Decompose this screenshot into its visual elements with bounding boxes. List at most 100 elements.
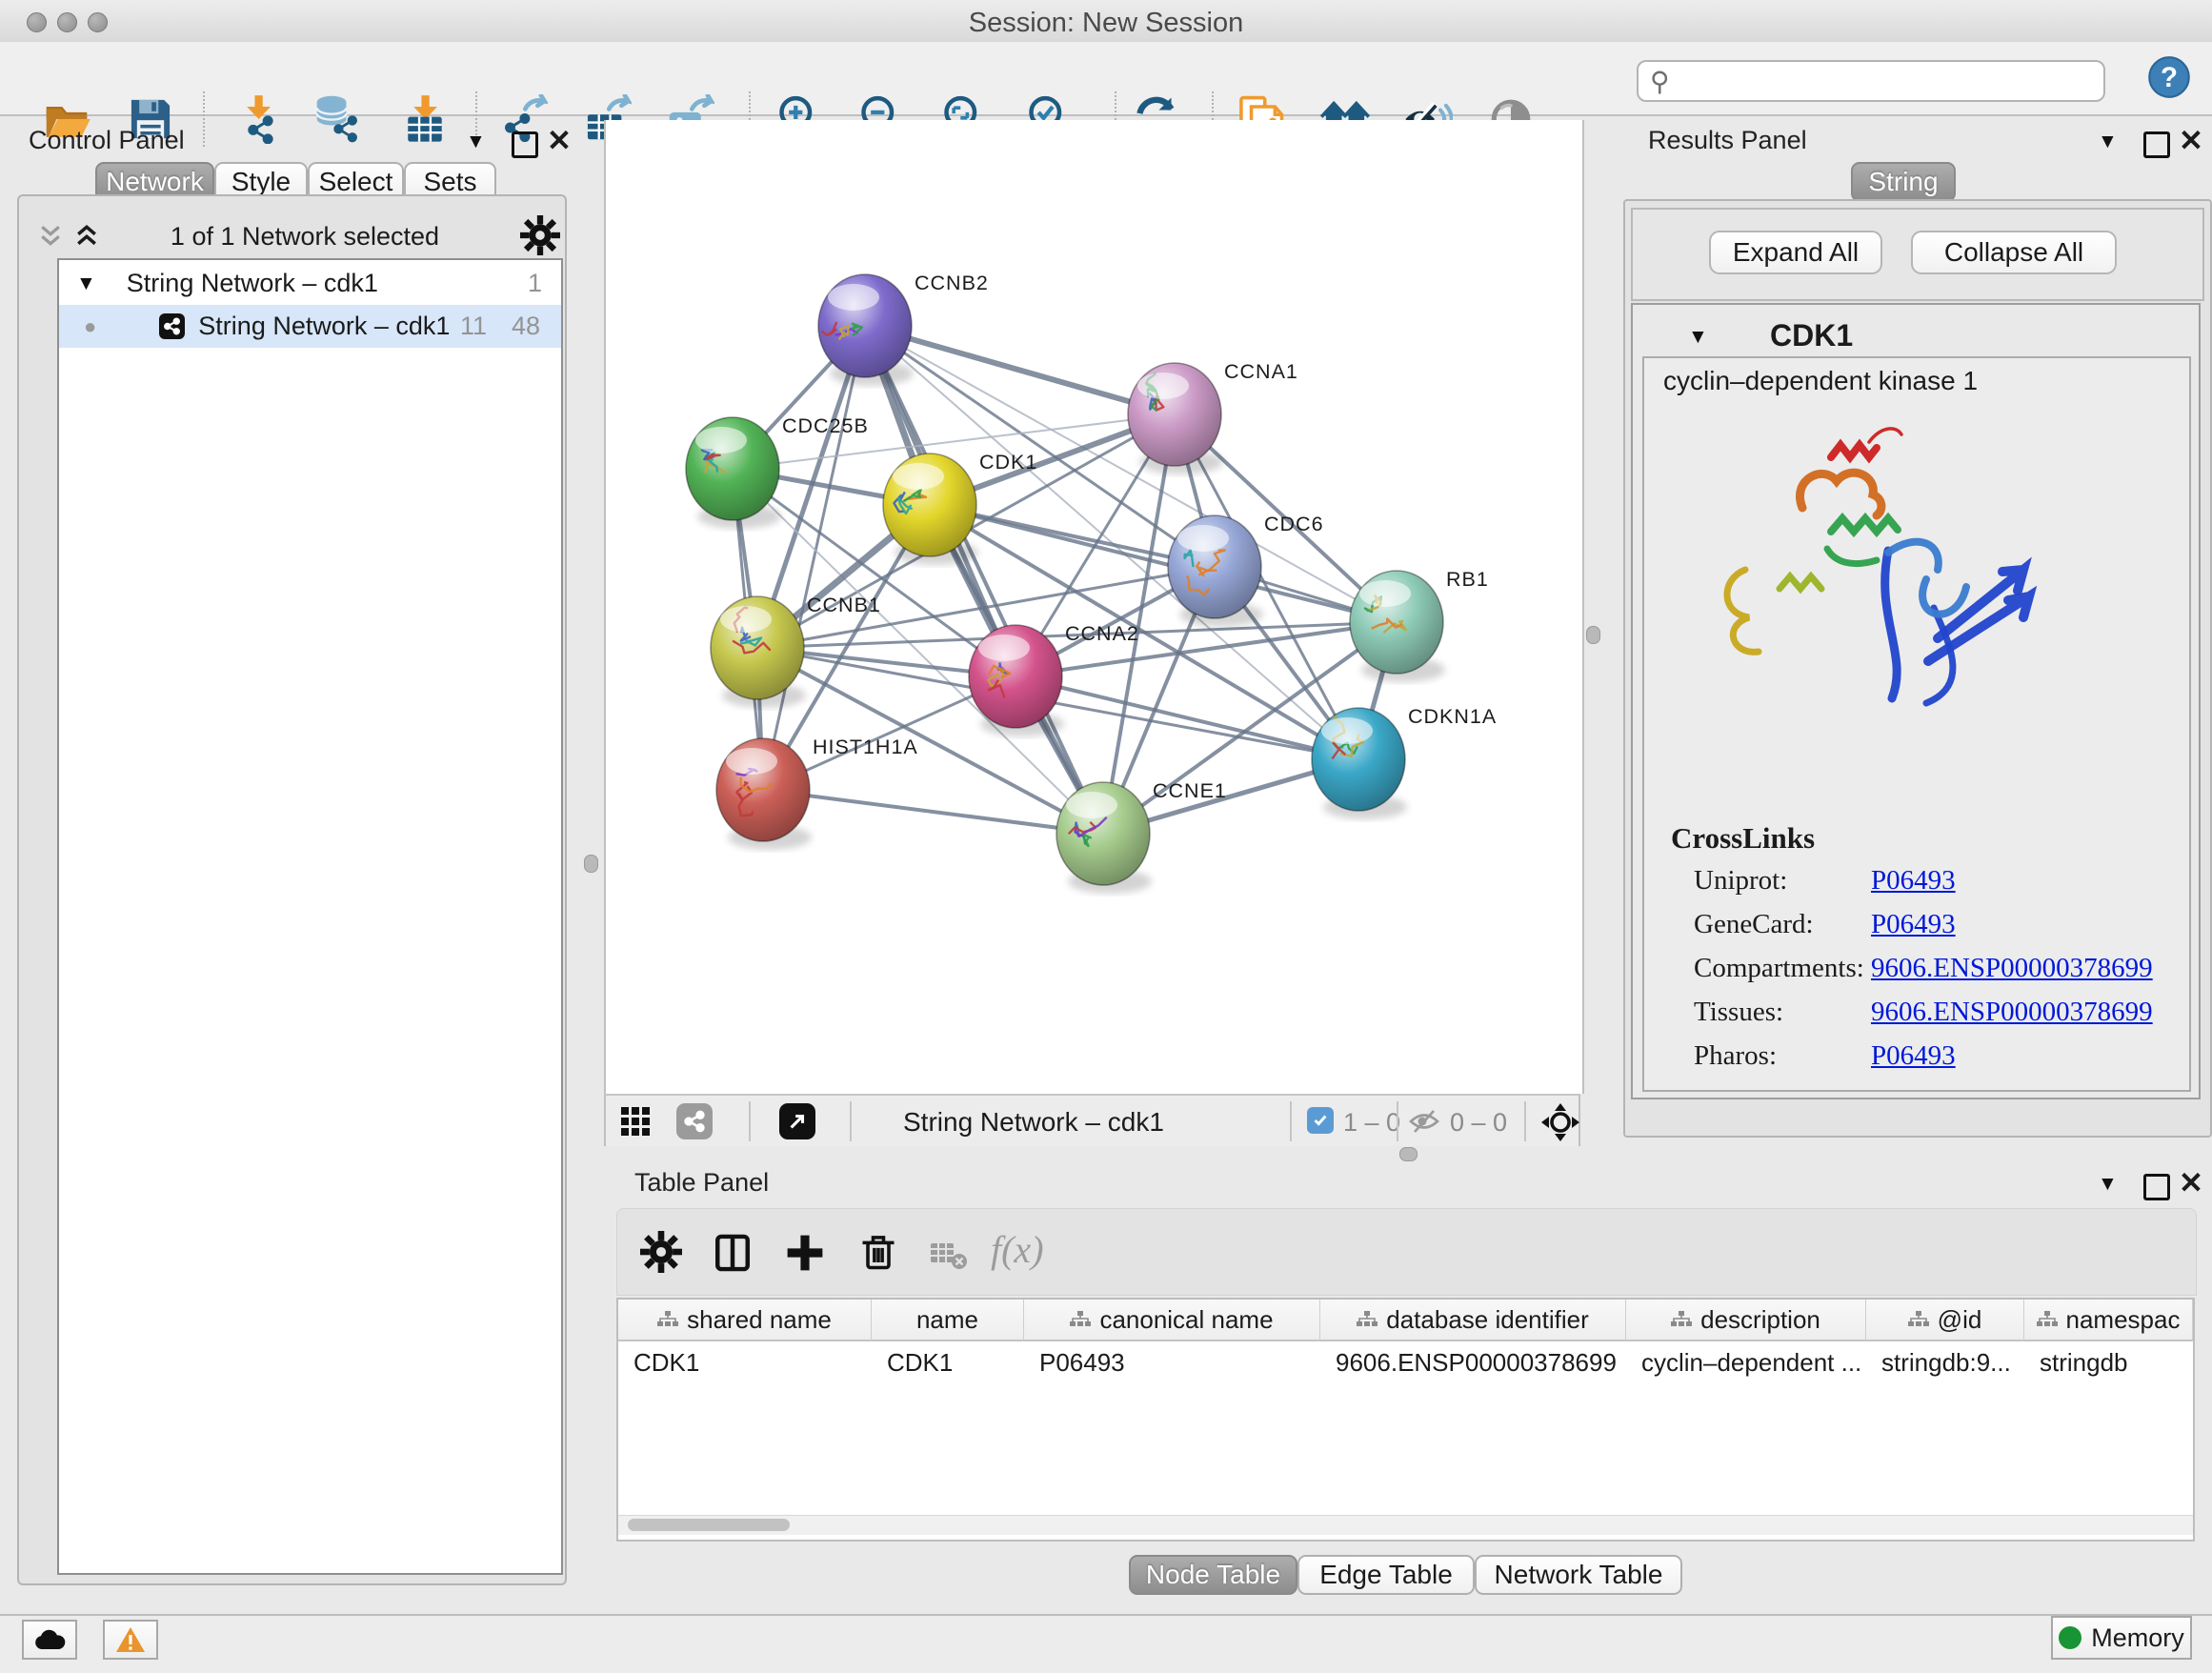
column-header-description[interactable]: description xyxy=(1626,1300,1866,1341)
import-network-database-icon[interactable] xyxy=(310,91,365,147)
network-node-CCNB1[interactable]: CCNB1 xyxy=(711,594,881,708)
results-panel-close-icon[interactable]: ✕ xyxy=(2179,124,2203,158)
table-horizontal-scrollbar[interactable] xyxy=(618,1515,2193,1535)
column-header-@id[interactable]: @id xyxy=(1866,1300,2024,1341)
current-network-dot-icon: ● xyxy=(84,314,96,339)
search-box[interactable]: ⚲ xyxy=(1637,60,2105,102)
crosslink-label: Tissues: xyxy=(1694,997,1783,1027)
tab-node-table[interactable]: Node Table xyxy=(1129,1555,1297,1595)
network-edge-HIST1H1A-CCNE1[interactable] xyxy=(763,790,1103,834)
network-edge-CCNB2-HIST1H1A[interactable] xyxy=(763,326,865,790)
network-node-HIST1H1A[interactable]: HIST1H1A xyxy=(716,736,918,850)
table-panel-collapse-icon[interactable]: ▼ xyxy=(2098,1173,2118,1196)
help-button[interactable]: ? xyxy=(2142,50,2197,105)
table-cell[interactable]: CDK1 xyxy=(872,1343,1024,1381)
protein-description: cyclin–dependent kinase 1 xyxy=(1663,366,1978,396)
table-cell[interactable]: CDK1 xyxy=(618,1343,872,1381)
crosslink-label: Uniprot: xyxy=(1694,865,1787,896)
network-node-CCNA2[interactable]: CCNA2 xyxy=(969,622,1139,736)
network-row-selected[interactable]: ● String Network – cdk1 11 48 xyxy=(59,305,561,348)
table-panel-close-icon[interactable]: ✕ xyxy=(2179,1166,2203,1200)
horizontal-splitter-handle[interactable] xyxy=(1399,1147,1418,1161)
control-panel-title: Control Panel xyxy=(29,126,185,155)
network-node-CCNA1[interactable]: CCNA1 xyxy=(1128,360,1298,474)
network-canvas[interactable]: CCNB2 CCNA1 CDC25B CDK1 CDC6RB1 CCNB1 CCNA2 CDK… xyxy=(604,120,1584,1094)
results-panel-collapse-icon[interactable]: ▼ xyxy=(2098,131,2118,153)
crosslink-row: Uniprot: P06493 xyxy=(1694,865,2170,897)
warning-icon xyxy=(115,1626,146,1653)
import-network-icon[interactable] xyxy=(231,91,286,147)
crosslink-genecard-link[interactable]: P06493 xyxy=(1871,909,1956,940)
crosslink-compartments-link[interactable]: 9606.ENSP00000378699 xyxy=(1871,953,2153,984)
column-header-name[interactable]: name xyxy=(872,1300,1024,1341)
network-node-CCNB2[interactable]: CCNB2 xyxy=(818,272,989,386)
crosslinks-heading: CrossLinks xyxy=(1671,821,1815,856)
crosslink-row: Compartments: 9606.ENSP00000378699 xyxy=(1694,953,2170,984)
hidden-node-edge-count: 0 – 0 xyxy=(1450,1108,1507,1138)
control-panel-float-icon[interactable] xyxy=(512,131,538,158)
tab-network-table[interactable]: Network Table xyxy=(1475,1555,1682,1595)
crosslink-pharos-link[interactable]: P06493 xyxy=(1871,1040,1956,1072)
toolbar-separator xyxy=(203,91,205,147)
column-header-database-identifier[interactable]: database identifier xyxy=(1320,1300,1626,1341)
add-column-icon[interactable] xyxy=(785,1233,825,1278)
scrollbar-thumb[interactable] xyxy=(628,1519,790,1531)
tab-edge-table[interactable]: Edge Table xyxy=(1297,1555,1475,1595)
control-panel-close-icon[interactable]: ✕ xyxy=(547,124,572,158)
birdseye-view-icon[interactable] xyxy=(779,1103,815,1139)
hidden-eye-icon[interactable] xyxy=(1408,1107,1440,1140)
node-label-CCNE1: CCNE1 xyxy=(1153,779,1227,802)
memory-button[interactable]: Memory xyxy=(2051,1616,2192,1660)
network-node-CDK1[interactable]: CDK1 xyxy=(883,451,1037,565)
network-tree: ▼ String Network – cdk1 1 ● String Netwo… xyxy=(57,258,563,1575)
control-panel-collapse-icon[interactable]: ▼ xyxy=(466,131,486,153)
network-label: String Network – cdk1 xyxy=(198,312,450,341)
delete-table-icon[interactable] xyxy=(930,1239,968,1276)
network-node-RB1[interactable]: RB1 xyxy=(1350,568,1489,682)
crosslink-tissues-link[interactable]: 9606.ENSP00000378699 xyxy=(1871,997,2153,1028)
table-cell[interactable]: stringdb:9... xyxy=(1866,1343,2024,1381)
search-input[interactable] xyxy=(1678,66,2081,97)
column-header-canonical-name[interactable]: canonical name xyxy=(1024,1300,1320,1341)
tab-string[interactable]: String xyxy=(1851,162,1956,202)
table-panel-float-icon[interactable] xyxy=(2143,1174,2170,1200)
collection-expand-icon[interactable]: ▼ xyxy=(76,272,96,295)
column-header-shared-name[interactable]: shared name xyxy=(618,1300,872,1341)
grid-view-icon[interactable] xyxy=(619,1105,652,1142)
left-splitter-handle[interactable] xyxy=(584,855,598,873)
column-header-namespac[interactable]: namespac xyxy=(2024,1300,2193,1341)
collapse-all-networks-icon[interactable] xyxy=(36,221,65,254)
warning-button[interactable] xyxy=(103,1620,158,1660)
function-builder-icon[interactable]: f(x) xyxy=(991,1227,1044,1272)
table-cell[interactable]: P06493 xyxy=(1024,1343,1320,1381)
network-node-CDKN1A[interactable]: CDKN1A xyxy=(1312,705,1497,819)
right-splitter-handle[interactable] xyxy=(1586,626,1600,644)
network-node-CCNE1[interactable]: CCNE1 xyxy=(1056,779,1227,894)
node-label-CDK1: CDK1 xyxy=(979,451,1037,474)
protein-card-collapse-icon[interactable]: ▼ xyxy=(1688,326,1708,349)
network-share-view-icon[interactable] xyxy=(676,1103,713,1139)
fit-content-crosshair-icon[interactable] xyxy=(1539,1101,1581,1148)
table-cell[interactable]: 9606.ENSP00000378699 xyxy=(1320,1343,1626,1381)
expand-all-networks-icon[interactable] xyxy=(72,221,101,254)
crosslink-label: Pharos: xyxy=(1694,1040,1777,1071)
collapse-all-button[interactable]: Collapse All xyxy=(1911,231,2117,274)
show-columns-icon[interactable] xyxy=(713,1233,753,1278)
expand-all-button[interactable]: Expand All xyxy=(1709,231,1882,274)
network-node-CDC25B[interactable]: CDC25B xyxy=(686,414,869,529)
selected-checkbox-icon[interactable] xyxy=(1307,1107,1334,1134)
crosslink-uniprot-link[interactable]: P06493 xyxy=(1871,865,1956,897)
window-title-bar: Session: New Session xyxy=(0,0,2212,43)
table-settings-gear-icon[interactable] xyxy=(640,1231,682,1278)
network-node-CDC6[interactable]: CDC6 xyxy=(1168,513,1324,627)
table-cell[interactable]: stringdb xyxy=(2024,1343,2193,1381)
network-options-gear-icon[interactable] xyxy=(520,215,560,260)
node-label-CDKN1A: CDKN1A xyxy=(1408,705,1497,728)
delete-column-trash-icon[interactable] xyxy=(857,1231,899,1278)
results-panel-float-icon[interactable] xyxy=(2143,131,2170,158)
network-collection-row[interactable]: ▼ String Network – cdk1 1 xyxy=(59,262,561,305)
cloud-button[interactable] xyxy=(22,1620,77,1660)
network-edge-count: 48 xyxy=(512,312,540,341)
table-cell[interactable]: cyclin–dependent ... xyxy=(1626,1343,1866,1381)
import-table-icon[interactable] xyxy=(397,91,452,147)
